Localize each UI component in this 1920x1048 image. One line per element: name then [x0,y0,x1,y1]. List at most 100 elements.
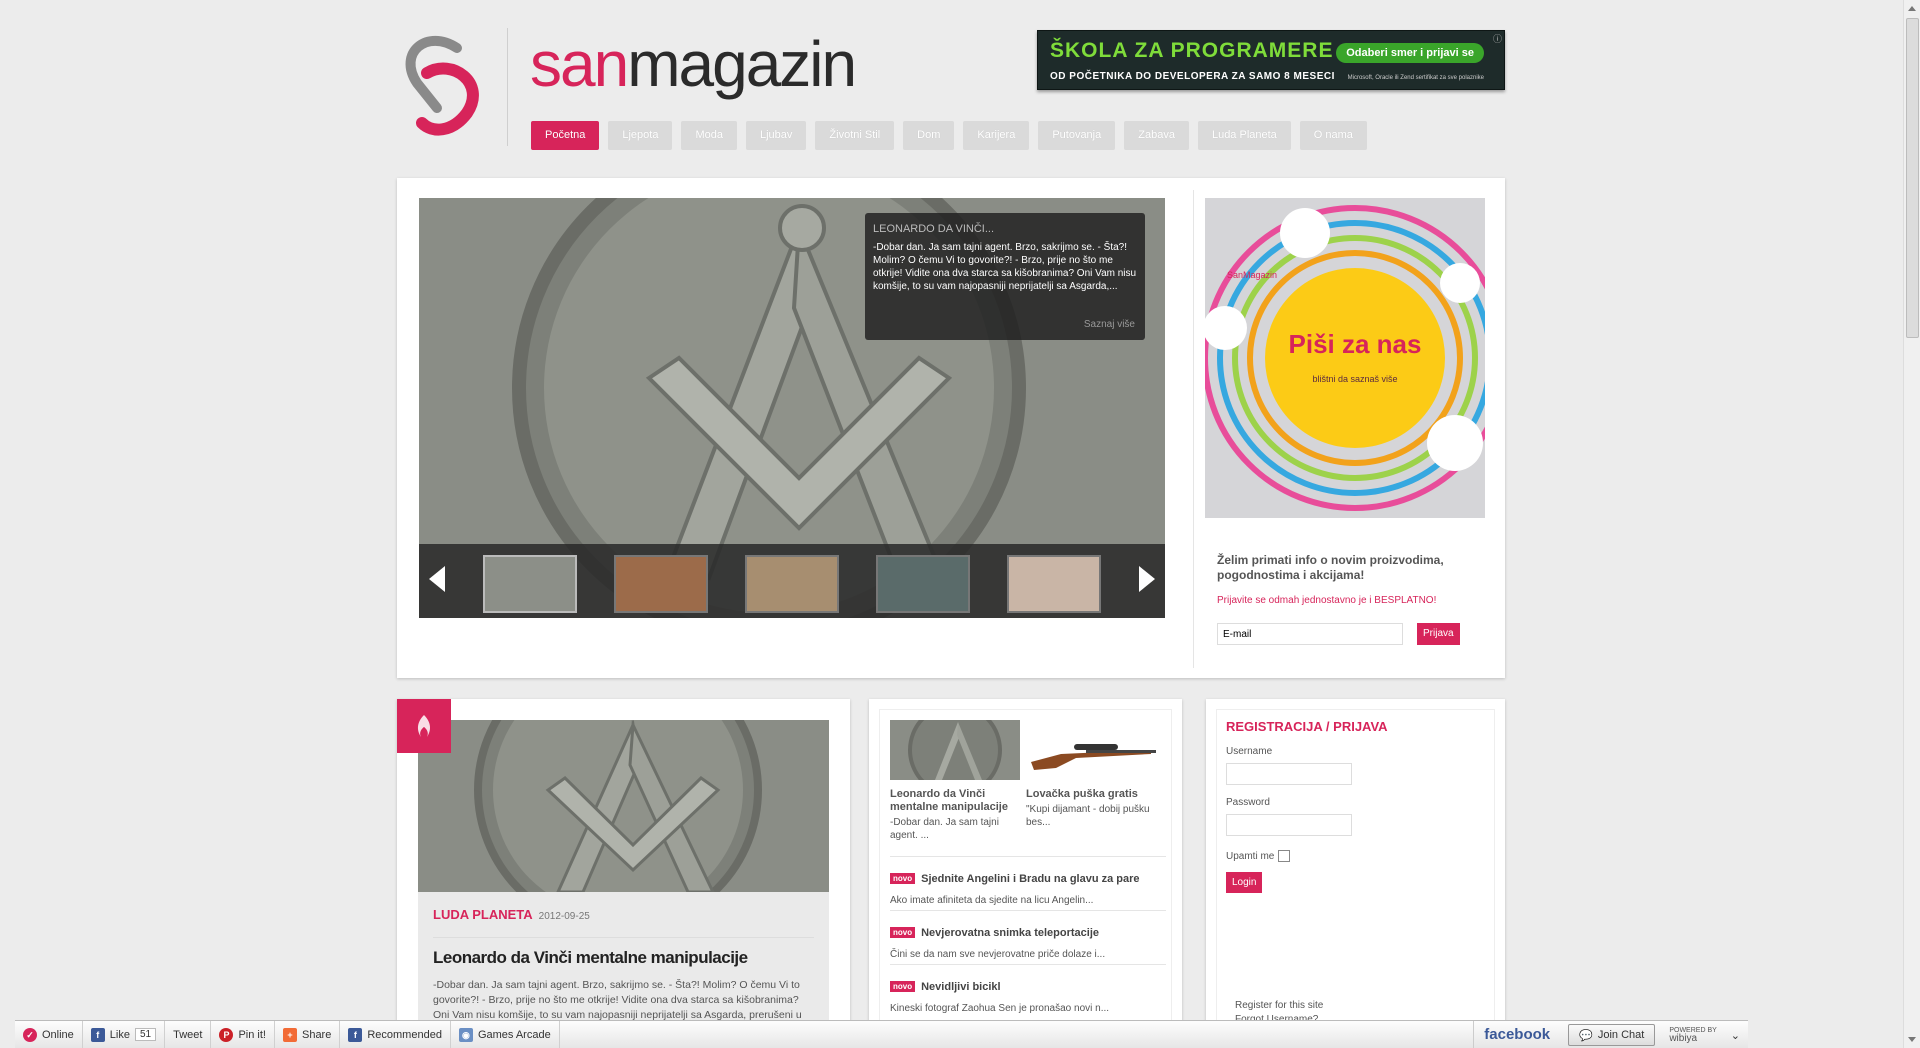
mini-article-1[interactable]: Leonardo da Vinči mentalne manipulacije … [890,720,1020,842]
scroll-down-arrow-icon[interactable] [1908,1037,1916,1042]
tweet-button[interactable]: Tweet [165,1020,212,1048]
tweet-label: Tweet [173,1028,203,1041]
nav-ljepota[interactable]: Ljepota [608,121,673,150]
remember-me-checkbox[interactable] [1278,850,1291,862]
thumbnail-1[interactable] [483,555,577,613]
side-ad-brand: SanMagazin [1227,270,1277,280]
novo-badge: novo [890,927,916,938]
username-label: Username [1226,746,1273,757]
nav-moda[interactable]: Moda [681,121,737,150]
register-link[interactable]: Register for this site [1235,999,1323,1013]
news-item-1-text: Ako imate afiniteta da sjedite na licu A… [890,895,1094,906]
slider-next-arrow-icon[interactable] [1139,566,1155,592]
news-item-1-title[interactable]: Sjednite Angelini i Bradu na glavu za pa… [921,873,1139,885]
slider-prev-arrow-icon[interactable] [429,566,445,592]
join-chat-button[interactable]: 💬 Join Chat [1568,1024,1656,1046]
nav-luda-planeta[interactable]: Luda Planeta [1197,121,1291,150]
chat-bubble-icon: 💬 [1579,1029,1593,1042]
scroll-thumb[interactable] [1906,18,1919,338]
nav-karijera[interactable]: Karijera [963,121,1030,150]
slide-caption: LEONARDO DA VINČI... -Dobar dan. Ja sam … [865,213,1145,340]
facebook-like[interactable]: f Like 51 [83,1020,166,1048]
mini-image-rifle [1026,720,1156,780]
featured-article-panel: LUDA PLANETA 2012-09-25 Leonardo da Vinči… [397,699,850,1048]
side-ad-sub: blištni da saznaš više [1312,374,1397,384]
nav-o-nama[interactable]: O nama [1299,121,1367,150]
featured-image-masonic-stone [418,720,829,892]
online-status[interactable]: ✓ Online [15,1020,83,1048]
top-banner-ad[interactable]: ŠKOLA ZA PROGRAMERE OD POČETNIKA DO DEVE… [1037,30,1505,90]
like-label: Like [109,1028,130,1041]
logo-divider [507,28,508,146]
featured-date: 2012-09-25 [538,911,590,922]
mini-article-1-title[interactable]: Leonardo da Vinči mentalne manipulacije [890,788,1020,814]
caption-text: -Dobar dan. Ja sam tajni agent. Brzo, sa… [873,242,1137,292]
nav-zabava[interactable]: Zabava [1124,121,1189,150]
caption-title[interactable]: LEONARDO DA VINČI... [873,223,1137,235]
password-input[interactable] [1226,814,1352,836]
news-item-2[interactable]: novo Nevjerovatna snimka teleportacije Či… [890,910,1166,960]
thumbnail-3[interactable] [745,555,839,613]
games-arcade-button[interactable]: ◉ Games Arcade [451,1020,560,1048]
news-item-3-title[interactable]: Nevidljivi bicikl [921,981,1000,993]
site-logo-text[interactable]: sanmagazin [530,24,857,104]
online-icon: ✓ [23,1027,37,1042]
write-for-us-ad[interactable]: SanMagazin Piši za nas blištni da saznaš… [1205,198,1485,518]
like-count: 51 [134,1028,157,1041]
nav-zivotni-stil[interactable]: Životni Stil [815,121,895,150]
panel-divider [1193,190,1194,668]
novo-badge: novo [890,981,916,992]
login-form: REGISTRACIJA / PRIJAVA Username Password… [1226,719,1488,893]
featured-category[interactable]: LUDA PLANETA 2012-09-25 [433,907,814,922]
ad-cta-button[interactable]: Odaberi smer i prijavi se [1336,43,1484,63]
logo-magazin: magazin [627,28,857,100]
featured-article-image[interactable] [418,720,829,892]
ad-subtitle: OD POČETNIKA DO DEVELOPERA ZA SAMO 8 MES… [1050,71,1335,82]
wibiya-label: wibiya [1669,1033,1698,1044]
featured-title[interactable]: Leonardo da Vinči mentalne manipulacije [433,937,814,968]
mini-article-2-image[interactable] [1026,720,1156,780]
news-item-3-text: Kineski fotograf Zaohua Sen je pronašao … [890,1003,1110,1014]
ad-info-icon[interactable]: ⓘ [1493,32,1502,45]
news-item-2-text: Čini se da nam sve nevjerovatne priče do… [890,949,1106,960]
login-button[interactable]: Login [1226,872,1263,893]
featured-category-label[interactable]: LUDA PLANETA [433,907,533,922]
nav-ljubav[interactable]: Ljubav [746,121,807,150]
news-item-3[interactable]: novo Nevidljivi bicikl Kineski fotograf Z… [890,964,1166,1014]
nav-pocetna[interactable]: Početna [531,121,600,150]
pinterest-icon: P [219,1027,234,1042]
caption-read-more-link[interactable]: Saznaj više [1084,319,1135,330]
login-title: REGISTRACIJA / PRIJAVA [1226,719,1388,734]
mini-article-2-title[interactable]: Lovačka puška gratis [1026,788,1156,801]
mini-article-2[interactable]: Lovačka puška gratis "Kupi dijamant - do… [1026,720,1156,829]
nav-dom[interactable]: Dom [903,121,955,150]
remember-me-row: Upamti me [1226,850,1488,862]
toolbar-right: facebook 💬 Join Chat POWERED BY wibiya ⌄ [1473,1021,1748,1048]
news-item-2-title[interactable]: Nevjerovatna snimka teleportacije [921,927,1099,939]
nav-putovanja[interactable]: Putovanja [1038,121,1116,150]
toolbar-collapse-icon[interactable]: ⌄ [1723,1021,1748,1048]
recommended-button[interactable]: f Recommended [340,1020,451,1048]
share-button[interactable]: + Share [275,1020,341,1048]
site-logo-icon[interactable] [397,28,487,138]
mini-article-1-image[interactable] [890,720,1020,780]
slider-panel: LEONARDO DA VINČI... -Dobar dan. Ja sam … [397,178,1505,678]
pin-label: Pin it! [238,1028,266,1041]
thumbnail-5[interactable] [1007,555,1101,613]
username-input[interactable] [1226,763,1352,785]
scroll-up-arrow-icon[interactable] [1908,6,1916,11]
flame-icon [417,715,431,737]
newsletter-signup: Želim primati info o novim proizvodima, … [1217,553,1487,645]
gamepad-icon: ◉ [458,1027,473,1042]
facebook-icon: f [348,1027,363,1042]
mini-image-masonic-stone [890,720,1020,780]
newsletter-email-input[interactable] [1217,623,1403,645]
facebook-logo[interactable]: facebook [1473,1021,1560,1048]
pin-it-button[interactable]: P Pin it! [211,1020,275,1048]
wibiya-branding[interactable]: POWERED BY wibiya [1663,1027,1722,1044]
news-item-1[interactable]: novo Sjednite Angelini i Bradu na glavu z… [890,856,1166,906]
thumbnail-4[interactable] [876,555,970,613]
newsletter-submit-button[interactable]: Prijava [1417,623,1460,645]
thumbnail-2[interactable] [614,555,708,613]
page-scrollbar[interactable] [1903,0,1920,1048]
